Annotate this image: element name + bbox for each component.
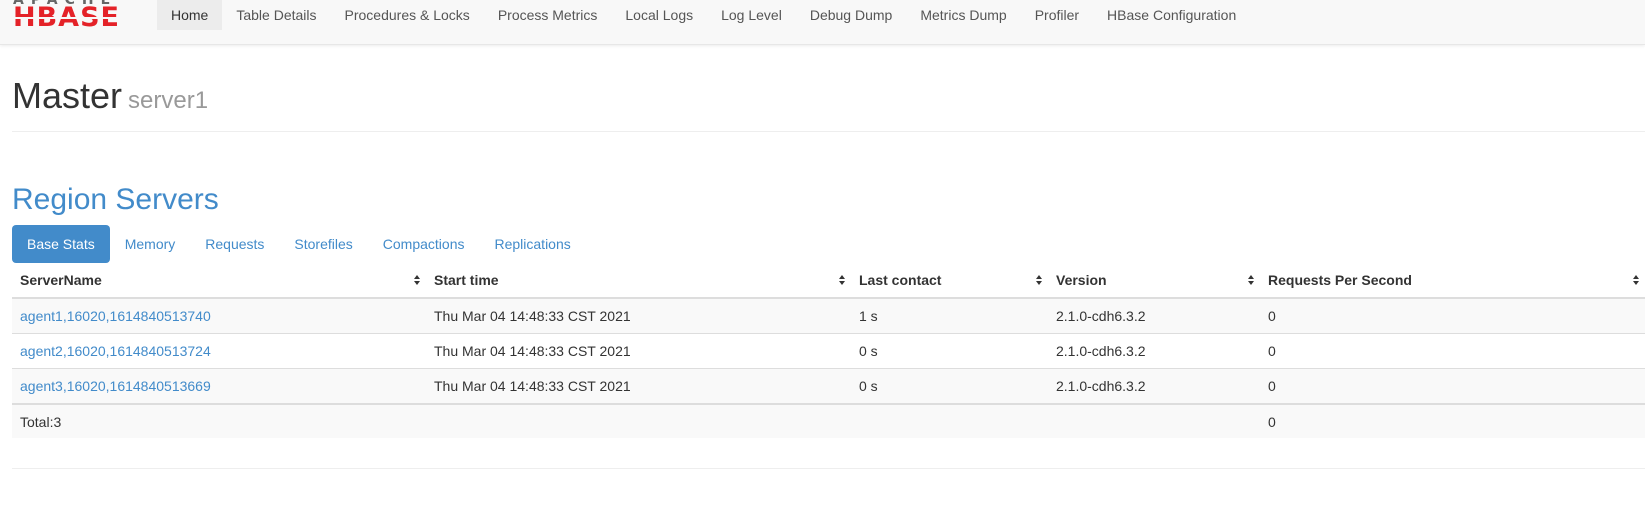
column-header-servername[interactable]: ServerName [12,263,426,299]
table-header-row: ServerName Start time Last contact Versi… [12,263,1645,299]
nav-procedures-locks[interactable]: Procedures & Locks [331,0,484,30]
column-header-label: Start time [434,272,499,288]
server-name-cell: agent1,16020,1614840513740 [12,297,426,334]
table-row: agent1,16020,1614840513740 Thu Mar 04 14… [12,297,1645,334]
requests-per-second-cell: 0 [1260,368,1645,404]
total-cell: Total:3 [12,403,426,438]
tab-base-stats[interactable]: Base Stats [12,225,110,263]
server-name-cell: agent3,16020,1614840513669 [12,368,426,404]
tab-compactions[interactable]: Compactions [368,225,480,263]
nav-debug-dump[interactable]: Debug Dump [796,0,907,30]
nav-log-level[interactable]: Log Level [707,0,796,30]
empty-cell [1048,403,1260,438]
page-header: Master server1 [12,74,1645,132]
column-header-label: ServerName [20,272,102,288]
nav-table-details[interactable]: Table Details [222,0,330,30]
sort-icon [1248,275,1254,285]
nav-home[interactable]: Home [157,0,223,30]
sort-icon [1633,275,1639,285]
version-cell: 2.1.0-cdh6.3.2 [1048,368,1260,404]
start-time-cell: Thu Mar 04 14:48:33 CST 2021 [426,368,851,404]
column-header-last-contact[interactable]: Last contact [851,263,1048,299]
region-servers-table: ServerName Start time Last contact Versi… [12,263,1645,438]
tab-memory[interactable]: Memory [110,225,191,263]
total-requests-per-second-cell: 0 [1260,403,1645,438]
last-contact-cell: 0 s [851,333,1048,369]
section-divider [12,468,1645,469]
tab-storefiles[interactable]: Storefiles [279,225,367,263]
server-link[interactable]: agent3,16020,1614840513669 [20,378,211,394]
start-time-cell: Thu Mar 04 14:48:33 CST 2021 [426,297,851,334]
table-footer-row: Total:3 0 [12,403,1645,438]
nav-local-logs[interactable]: Local Logs [611,0,707,30]
tab-requests[interactable]: Requests [190,225,279,263]
last-contact-cell: 1 s [851,297,1048,334]
column-header-label: Last contact [859,272,942,288]
hbase-logo[interactable]: APACHE HBASE [13,0,143,33]
requests-per-second-cell: 0 [1260,297,1645,334]
logo-hbase-text: HBASE [13,2,120,33]
server-link[interactable]: agent2,16020,1614840513724 [20,343,211,359]
page-subtitle: server1 [128,87,209,114]
table-row: agent3,16020,1614840513669 Thu Mar 04 14… [12,368,1645,404]
page-title: Master [12,75,123,116]
last-contact-cell: 0 s [851,368,1048,404]
empty-cell [851,403,1048,438]
column-header-version[interactable]: Version [1048,263,1260,299]
sort-icon [414,275,420,285]
column-header-requests-per-second[interactable]: Requests Per Second [1260,263,1645,299]
main-nav: Home Table Details Procedures & Locks Pr… [157,0,1250,30]
server-link[interactable]: agent1,16020,1614840513740 [20,308,211,324]
requests-per-second-cell: 0 [1260,333,1645,369]
nav-profiler[interactable]: Profiler [1021,0,1093,30]
column-header-start-time[interactable]: Start time [426,263,851,299]
region-servers-heading: Region Servers [12,183,219,216]
top-navbar: APACHE HBASE Home Table Details Procedur… [0,0,1645,45]
start-time-cell: Thu Mar 04 14:48:33 CST 2021 [426,333,851,369]
region-servers-tabs: Base Stats Memory Requests Storefiles Co… [12,225,586,263]
nav-process-metrics[interactable]: Process Metrics [484,0,612,30]
version-cell: 2.1.0-cdh6.3.2 [1048,333,1260,369]
sort-icon [1036,275,1042,285]
nav-hbase-configuration[interactable]: HBase Configuration [1093,0,1250,30]
nav-metrics-dump[interactable]: Metrics Dump [906,0,1020,30]
column-header-label: Requests Per Second [1268,272,1412,288]
version-cell: 2.1.0-cdh6.3.2 [1048,297,1260,334]
tab-replications[interactable]: Replications [479,225,585,263]
sort-icon [839,275,845,285]
table-row: agent2,16020,1614840513724 Thu Mar 04 14… [12,333,1645,369]
server-name-cell: agent2,16020,1614840513724 [12,333,426,369]
column-header-label: Version [1056,272,1107,288]
empty-cell [426,403,851,438]
